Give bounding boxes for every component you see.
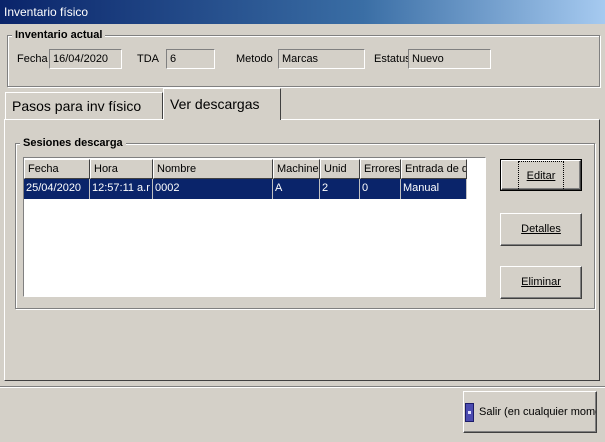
- detalles-button[interactable]: Detalles: [500, 213, 582, 246]
- sessions-grid-header: Fecha Hora Nombre Machine Unid Errores E…: [24, 159, 467, 179]
- table-row[interactable]: 25/04/2020 12:57:11 a.r 0002 A 2 0 Manua…: [24, 179, 467, 199]
- tab-pasos-label: Pasos para inv físico: [12, 98, 142, 114]
- tab-pasos-inv-fisico[interactable]: Pasos para inv físico: [5, 92, 163, 119]
- window-title-bar: Inventario físico: [0, 0, 605, 24]
- cell-machine: A: [273, 179, 320, 199]
- editar-text: Editar: [526, 170, 556, 182]
- editar-label: Editar: [517, 161, 565, 191]
- editar-button[interactable]: Editar: [500, 159, 582, 191]
- cell-fecha: 25/04/2020: [24, 179, 90, 199]
- tda-label: TDA: [137, 53, 159, 65]
- tda-field[interactable]: 6: [166, 49, 215, 69]
- column-header-nombre[interactable]: Nombre: [153, 159, 273, 179]
- detalles-label: Detalles: [521, 223, 561, 235]
- cell-entrada: Manual: [401, 179, 467, 199]
- sessions-grid-body: Fecha Hora Nombre Machine Unid Errores E…: [24, 158, 467, 200]
- fecha-field[interactable]: 16/04/2020: [49, 49, 122, 69]
- tab-ver-descargas[interactable]: Ver descargas: [163, 88, 281, 120]
- fecha-label: Fecha: [17, 53, 48, 65]
- current-inventory-group-title: Inventario actual: [12, 28, 106, 42]
- eliminar-button[interactable]: Eliminar: [500, 266, 582, 299]
- sessions-grid[interactable]: Fecha Hora Nombre Machine Unid Errores E…: [23, 157, 486, 297]
- tab-ver-descargas-label: Ver descargas: [170, 96, 260, 112]
- cell-errores: 0: [360, 179, 401, 199]
- cell-unid: 2: [320, 179, 360, 199]
- column-header-hora[interactable]: Hora: [90, 159, 153, 179]
- metodo-field[interactable]: Marcas: [278, 49, 365, 69]
- column-header-errores[interactable]: Errores: [360, 159, 401, 179]
- estatus-label: Estatus: [374, 53, 411, 65]
- sessions-group-title: Sesiones descarga: [20, 136, 126, 150]
- salir-button[interactable]: Salir (en cualquier mome: [463, 391, 597, 433]
- eliminar-label: Eliminar: [521, 276, 561, 288]
- column-header-machine[interactable]: Machine: [273, 159, 320, 179]
- column-header-entrada[interactable]: Entrada de d: [401, 159, 467, 179]
- door-exit-icon: [465, 403, 474, 422]
- column-header-fecha[interactable]: Fecha: [24, 159, 90, 179]
- salir-label: Salir (en cualquier mome: [479, 406, 597, 418]
- bottom-divider: [0, 386, 605, 388]
- window-title: Inventario físico: [4, 5, 89, 19]
- sessions-grid-scroll-area[interactable]: [467, 158, 485, 296]
- metodo-label: Metodo: [236, 53, 273, 65]
- estatus-field[interactable]: Nuevo: [408, 49, 491, 69]
- column-header-unid[interactable]: Unid: [320, 159, 360, 179]
- cell-nombre: 0002: [153, 179, 273, 199]
- cell-hora: 12:57:11 a.r: [90, 179, 153, 199]
